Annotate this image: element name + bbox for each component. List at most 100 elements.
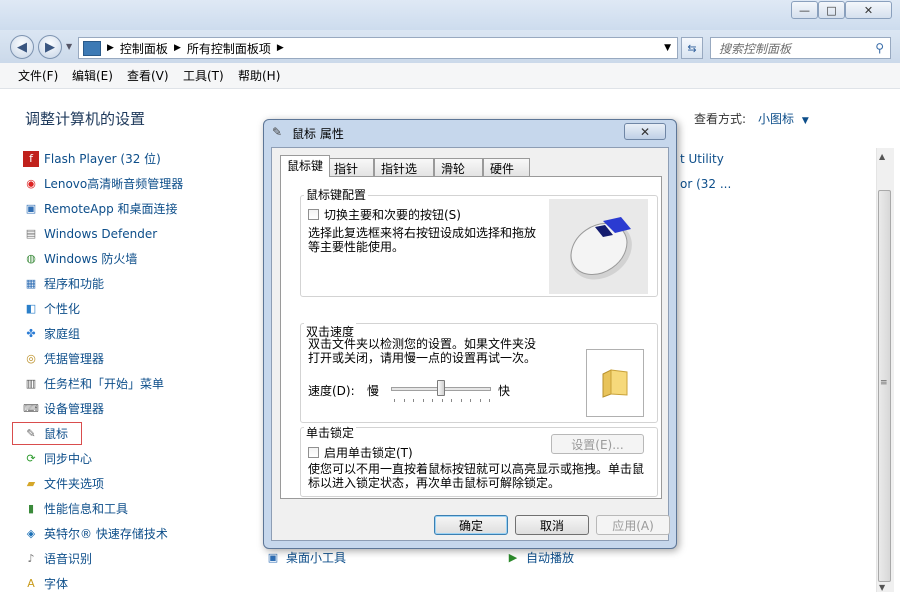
recent-pages-chevron-icon[interactable]: ▼ (66, 42, 72, 51)
list-item-programs[interactable]: ▦ 程序和功能 (23, 271, 183, 296)
list-item-firewall[interactable]: ◍ Windows 防火墙 (23, 246, 183, 271)
ok-button[interactable]: 确定 (434, 515, 508, 535)
autoplay-icon: ▶ (508, 550, 518, 564)
list-item-device-manager[interactable]: ⌨ 设备管理器 (23, 396, 183, 421)
maximize-button[interactable]: □ (818, 1, 845, 19)
refresh-button[interactable]: ⇆ (681, 37, 703, 59)
tick (460, 399, 462, 402)
defender-icon: ▤ (25, 227, 37, 240)
speed-slider-thumb[interactable] (437, 380, 445, 396)
list-item-label: 文件夹选项 (44, 477, 105, 491)
clicklock-description: 使您可以不用一直按着鼠标按钮就可以高亮显示或拖拽。单击鼠标以进入锁定状态，再次单… (308, 462, 645, 490)
clicklock-checkbox[interactable]: 启用单击锁定(T) (308, 444, 413, 461)
list-item-remoteapp[interactable]: ▣ RemoteApp 和桌面连接 (23, 196, 183, 221)
list-item-flash-player[interactable]: f Flash Player (32 位) (23, 146, 183, 171)
dialog-mouse-icon: ✎ (272, 125, 283, 139)
tick (432, 399, 433, 402)
list-item-label: t Utility (680, 151, 724, 166)
device-manager-icon: ⌨ (23, 402, 39, 415)
tab-wheel[interactable]: 滑轮 (434, 158, 483, 176)
search-icon[interactable]: ⚲ (875, 41, 884, 55)
scroll-down-icon[interactable]: ▼ (879, 583, 885, 592)
list-item-folder-options[interactable]: ▰ 文件夹选项 (23, 471, 183, 496)
close-icon: ✕ (863, 3, 874, 17)
list-item-homegroup[interactable]: ✤ 家庭组 (23, 321, 183, 346)
checkbox-box[interactable] (308, 447, 319, 458)
list-item-label: 任务栏和「开始」菜单 (44, 377, 165, 391)
menu-tools[interactable]: 工具(T) (183, 67, 224, 84)
tab-hardware[interactable]: 硬件 (483, 158, 530, 176)
list-item-speech[interactable]: ♪ 语音识别 (23, 546, 183, 571)
clicklock-title: 单击锁定 (304, 424, 357, 441)
cancel-button[interactable]: 取消 (515, 515, 589, 535)
breadcrumb-arrow-icon[interactable]: ▶ (174, 43, 181, 53)
list-item-performance[interactable]: ▮ 性能信息和工具 (23, 496, 183, 521)
list-item-personalization[interactable]: ◧ 个性化 (23, 296, 183, 321)
list-item-intel-rst[interactable]: ◈ 英特尔® 快速存储技术 (23, 521, 183, 546)
back-button[interactable]: ◀ (10, 35, 34, 59)
checkbox-box[interactable] (308, 209, 319, 220)
list-item-label: or (32 ... (680, 176, 732, 191)
view-by-dropdown[interactable]: 小图标 ▼ (758, 110, 809, 127)
address-dropdown-icon[interactable]: ▼ (664, 43, 671, 53)
menu-help[interactable]: 帮助(H) (238, 67, 280, 84)
test-folder-area[interactable] (586, 349, 644, 417)
speed-slow-label: 慢 (367, 384, 380, 398)
folder-icon (602, 369, 628, 398)
left-items-list: f Flash Player (32 位) ◉ Lenovo高清晰音频管理器 ▣ Re… (12, 146, 183, 596)
breadcrumb-arrow-icon[interactable]: ▶ (277, 43, 284, 53)
microphone-icon: ♪ (27, 552, 35, 565)
list-item-mouse[interactable]: ✎ 鼠标 (12, 422, 82, 445)
list-item-utility[interactable]: t Utility (680, 146, 724, 171)
forward-button[interactable]: ▶ (38, 35, 62, 59)
apply-button[interactable]: 应用(A) (596, 515, 670, 535)
tick (394, 399, 395, 402)
tick (479, 399, 481, 402)
list-item-label: RemoteApp 和桌面连接 (44, 202, 178, 216)
search-input[interactable]: 搜索控制面板 ⚲ (710, 37, 891, 59)
dialog-close-button[interactable]: ✕ (624, 123, 666, 140)
menu-bar: 文件(F) 编辑(E) 查看(V) 工具(T) 帮助(H) (0, 63, 900, 89)
breadcrumb-control-panel[interactable]: 控制面板 (120, 40, 168, 57)
list-item-or-32[interactable]: or (32 ... (680, 171, 731, 196)
list-item-label: 性能信息和工具 (44, 502, 129, 516)
list-item-label: Windows Defender (44, 226, 158, 241)
menu-view[interactable]: 查看(V) (127, 67, 169, 84)
list-item-label: 语音识别 (44, 552, 93, 566)
list-item-taskbar[interactable]: ▥ 任务栏和「开始」菜单 (23, 371, 183, 396)
list-item-lenovo-audio[interactable]: ◉ Lenovo高清晰音频管理器 (23, 171, 183, 196)
list-item-fonts[interactable]: A 字体 (23, 571, 183, 596)
tick (422, 399, 424, 402)
list-item-autoplay[interactable]: ▶ 自动播放 (505, 546, 574, 568)
fonts-icon: A (27, 577, 35, 590)
tab-buttons[interactable]: 鼠标键 (280, 155, 331, 177)
checkbox-label: 启用单击锁定(T) (324, 446, 413, 460)
close-button[interactable]: ✕ (845, 1, 892, 19)
menu-file[interactable]: 文件(F) (18, 67, 58, 84)
flash-icon: f (23, 150, 39, 167)
dialog-title: 鼠标 属性 (292, 127, 344, 141)
remote-desktop-icon: ▣ (25, 202, 37, 215)
menu-edit[interactable]: 编辑(E) (72, 67, 113, 84)
address-bar[interactable]: ▶ 控制面板 ▶ 所有控制面板项 ▶ ▼ (78, 37, 678, 59)
list-item-label: 字体 (44, 577, 69, 591)
list-item-label: Flash Player (32 位) (44, 152, 161, 166)
tab-pointer-options[interactable]: 指针选项 (374, 158, 434, 193)
list-item-sync-center[interactable]: ⟳ 同步中心 (23, 446, 183, 471)
switch-buttons-checkbox[interactable]: 切换主要和次要的按钮(S) (308, 206, 461, 223)
scroll-up-icon[interactable]: ▲ (879, 152, 885, 161)
tab-pointers[interactable]: 指针 (327, 158, 374, 176)
mouse-illustration-icon (570, 217, 632, 280)
list-item-label: 桌面小工具 (286, 550, 347, 565)
list-item-desktop-gadgets[interactable]: ▣ 桌面小工具 (265, 546, 346, 568)
button-config-title: 鼠标键配置 (304, 186, 369, 203)
breadcrumb-all-items[interactable]: 所有控制面板项 (187, 40, 271, 57)
list-item-credential-manager[interactable]: ◎ 凭据管理器 (23, 346, 183, 371)
minimize-button[interactable]: — (791, 1, 818, 19)
control-panel-icon (83, 40, 101, 56)
back-arrow-icon: ◀ (17, 39, 27, 55)
breadcrumb-arrow-icon[interactable]: ▶ (107, 43, 114, 53)
list-item-windows-defender[interactable]: ▤ Windows Defender (23, 221, 183, 246)
personalization-icon: ◧ (25, 302, 37, 315)
clicklock-settings-button[interactable]: 设置(E)... (551, 434, 644, 454)
